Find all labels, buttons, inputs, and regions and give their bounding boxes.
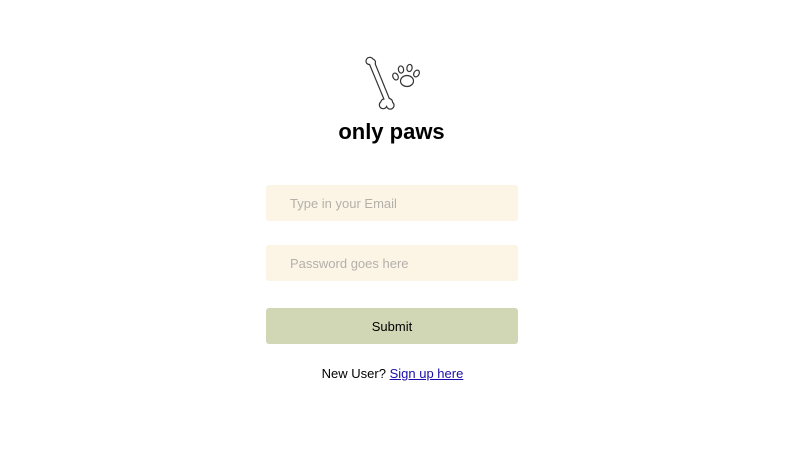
signup-prompt: New User? <box>321 366 386 381</box>
brand-title: only paws <box>338 119 445 144</box>
email-field[interactable] <box>266 185 518 221</box>
login-page: only paws Submit New User? Sign up here <box>0 0 785 449</box>
password-field[interactable] <box>266 245 518 281</box>
signup-link[interactable]: Sign up here <box>390 366 464 381</box>
signup-line: New User? Sign up here <box>0 366 785 382</box>
submit-button[interactable]: Submit <box>266 308 518 344</box>
bone-and-paw-logo-icon <box>358 56 424 116</box>
